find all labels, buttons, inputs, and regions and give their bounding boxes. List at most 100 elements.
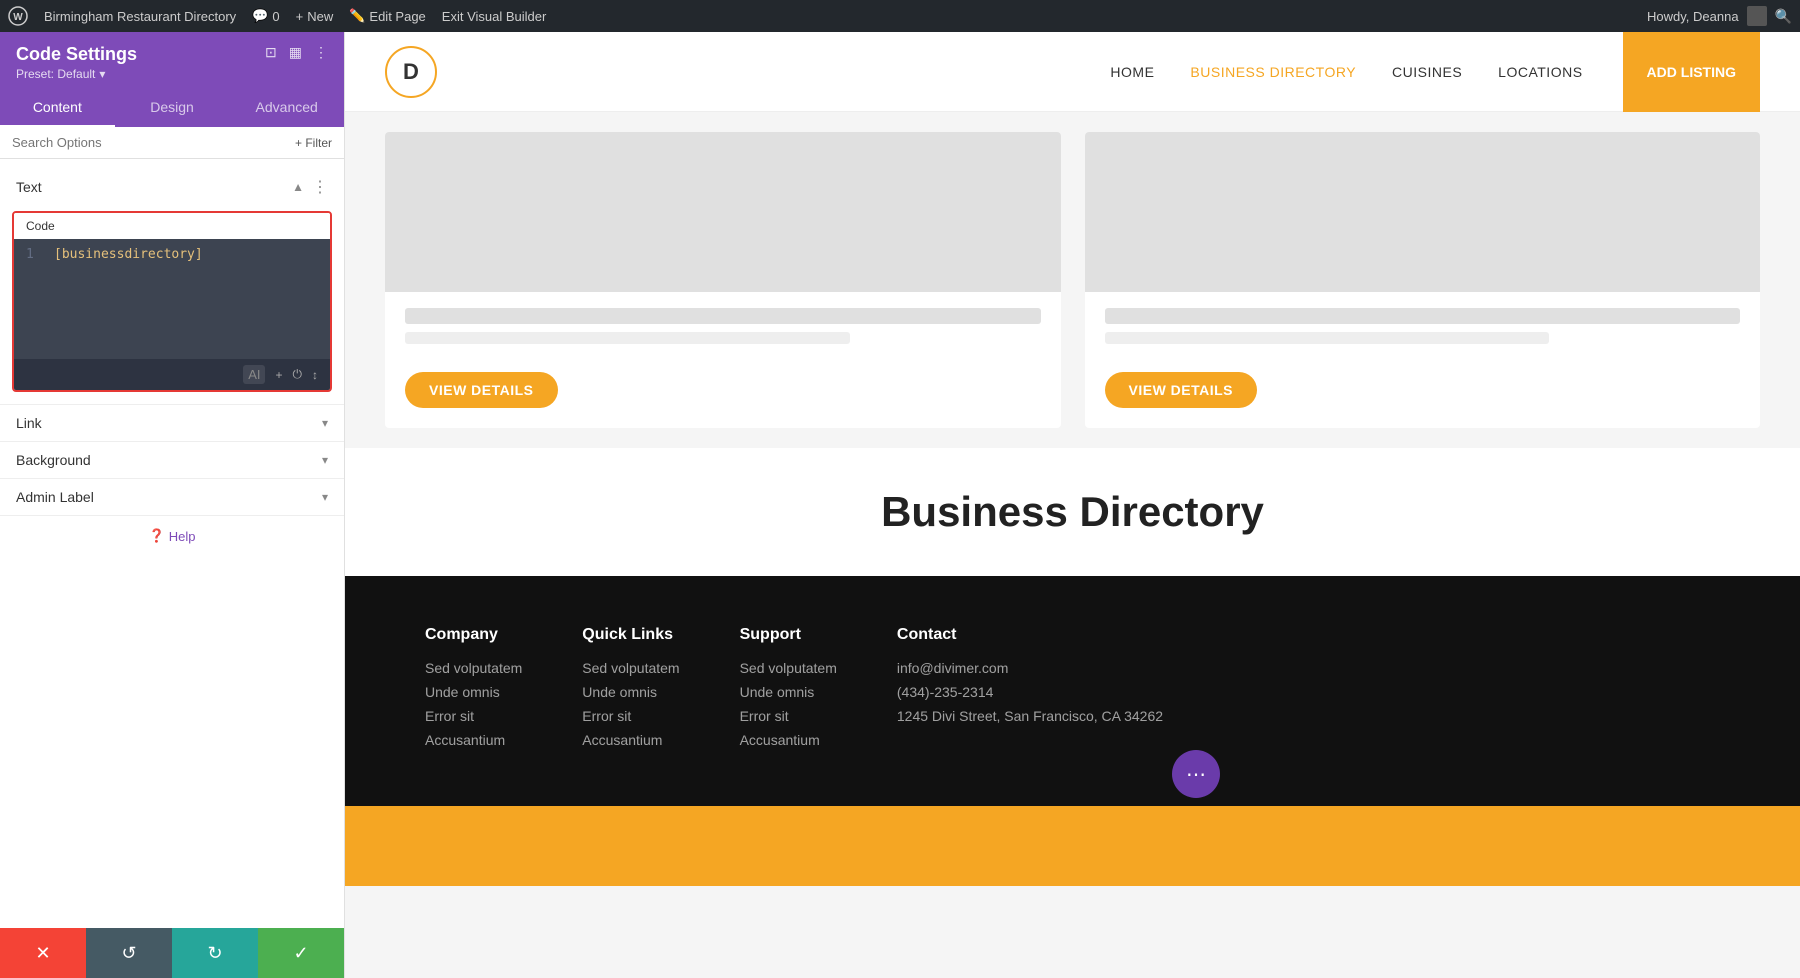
help-section: ❓ Help — [0, 515, 344, 556]
card-image-1 — [385, 132, 1061, 292]
header-actions: ⊡ ▦ ⋮ — [265, 44, 328, 61]
background-section: Background ▾ — [0, 441, 344, 478]
nav-cuisines[interactable]: CUISINES — [1392, 64, 1462, 80]
link-section-title: Link — [16, 415, 42, 431]
help-icon: ❓ — [149, 528, 165, 544]
footer-link-support-2[interactable]: Unde omnis — [740, 684, 837, 700]
card-title-placeholder — [405, 308, 1041, 324]
footer-col-title-company: Company — [425, 626, 522, 644]
footer-col-support: Support Sed volputatem Unde omnis Error … — [740, 626, 837, 756]
site-logo: D — [385, 46, 437, 98]
code-line-1: 1 [businessdirectory] — [26, 247, 318, 262]
code-label: Code — [14, 213, 330, 239]
tab-content[interactable]: Content — [0, 89, 115, 127]
footer-link-quick-2[interactable]: Unde omnis — [582, 684, 679, 700]
card-body-1 — [385, 292, 1061, 360]
footer-link-quick-4[interactable]: Accusantium — [582, 732, 679, 748]
code-editor[interactable]: 1 [businessdirectory] — [14, 239, 330, 359]
footer-link-phone[interactable]: (434)-235-2314 — [897, 684, 1163, 700]
nav-home[interactable]: HOME — [1110, 64, 1154, 80]
footer-col-contact: Contact info@divimer.com (434)-235-2314 … — [897, 626, 1163, 756]
nav-business-directory[interactable]: BUSINESS DIRECTORY — [1190, 64, 1356, 80]
search-input[interactable] — [12, 135, 287, 150]
card-desc-placeholder — [405, 332, 850, 344]
fab-button[interactable]: ⋯ — [1172, 750, 1220, 798]
view-details-button-1[interactable]: VIEW DETAILS — [405, 372, 558, 408]
chevron-up-icon: ▲ — [292, 180, 304, 194]
chevron-down-icon-3: ▾ — [322, 490, 328, 504]
footer-link-company-3[interactable]: Error sit — [425, 708, 522, 724]
more-icon[interactable]: ⋮ — [314, 44, 328, 61]
section-menu-icon[interactable]: ⋮ — [312, 177, 328, 197]
background-section-header[interactable]: Background ▾ — [0, 442, 344, 478]
footer-link-support-4[interactable]: Accusantium — [740, 732, 837, 748]
sidebar-header-top: Code Settings Preset: Default ▾ ⊡ ▦ ⋮ — [16, 44, 328, 81]
tab-advanced[interactable]: Advanced — [229, 89, 344, 127]
sidebar-content: Text ▲ ⋮ Code 1 [businessdirectory] — [0, 159, 344, 928]
footer-link-email[interactable]: info@divimer.com — [897, 660, 1163, 676]
footer-col-title-contact: Contact — [897, 626, 1163, 644]
sort-icon[interactable]: ↕ — [312, 368, 318, 382]
exit-builder-link[interactable]: Exit Visual Builder — [442, 9, 547, 24]
chevron-down-icon-2: ▾ — [322, 453, 328, 467]
maximize-icon[interactable]: ⊡ — [265, 44, 277, 61]
directory-section: Business Directory — [345, 448, 1800, 576]
save-button[interactable]: ✓ — [258, 928, 344, 978]
card-title-placeholder-2 — [1105, 308, 1741, 324]
cancel-button[interactable]: ✕ — [0, 928, 86, 978]
code-text: [businessdirectory] — [54, 247, 203, 262]
view-details-button-2[interactable]: VIEW DETAILS — [1105, 372, 1258, 408]
background-section-title: Background — [16, 452, 91, 468]
comments-link[interactable]: 💬 0 — [252, 8, 279, 24]
footer-link-company-1[interactable]: Sed volputatem — [425, 660, 522, 676]
site-nav: HOME BUSINESS DIRECTORY CUISINES LOCATIO… — [1110, 64, 1582, 80]
text-section-header[interactable]: Text ▲ ⋮ — [0, 167, 344, 207]
filter-button[interactable]: + Filter — [295, 136, 332, 150]
sidebar-title: Code Settings — [16, 44, 137, 65]
admin-label-section-header[interactable]: Admin Label ▾ — [0, 479, 344, 515]
edit-page-link[interactable]: ✏️ Edit Page — [349, 8, 426, 24]
page-content[interactable]: VIEW DETAILS VIEW DETAILS Business Direc… — [345, 112, 1800, 978]
ai-button[interactable]: AI — [243, 365, 265, 384]
footer-link-company-4[interactable]: Accusantium — [425, 732, 522, 748]
footer-link-support-1[interactable]: Sed volputatem — [740, 660, 837, 676]
cards-section: VIEW DETAILS VIEW DETAILS — [345, 112, 1800, 448]
site-name[interactable]: Birmingham Restaurant Directory — [44, 9, 236, 24]
wp-logo[interactable]: W — [8, 6, 28, 26]
svg-text:W: W — [13, 12, 23, 23]
footer-link-company-2[interactable]: Unde omnis — [425, 684, 522, 700]
admin-label-section-title: Admin Label — [16, 489, 94, 505]
sidebar-preset: Preset: Default ▾ — [16, 67, 137, 81]
footer-col-title-support: Support — [740, 626, 837, 644]
link-section: Link ▾ — [0, 404, 344, 441]
redo-button[interactable]: ↻ — [172, 928, 258, 978]
site-header: D HOME BUSINESS DIRECTORY CUISINES LOCAT… — [345, 32, 1800, 112]
howdy-label: Howdy, Deanna — [1647, 9, 1739, 24]
nav-locations[interactable]: LOCATIONS — [1498, 64, 1582, 80]
admin-search-icon[interactable]: 🔍 — [1775, 8, 1792, 25]
add-code-icon[interactable]: + — [275, 368, 282, 382]
card-1: VIEW DETAILS — [385, 132, 1061, 428]
undo-button[interactable]: ↺ — [86, 928, 172, 978]
card-image-2 — [1085, 132, 1761, 292]
footer-link-address[interactable]: 1245 Divi Street, San Francisco, CA 3426… — [897, 708, 1163, 724]
power-icon[interactable]: ⏻ — [293, 367, 303, 382]
text-section: Text ▲ ⋮ Code 1 [businessdirectory] — [0, 167, 344, 392]
footer-link-quick-1[interactable]: Sed volputatem — [582, 660, 679, 676]
add-listing-button[interactable]: ADD LISTING — [1623, 32, 1760, 112]
footer-link-support-3[interactable]: Error sit — [740, 708, 837, 724]
tab-design[interactable]: Design — [115, 89, 230, 127]
line-number: 1 — [26, 247, 42, 262]
search-bar: + Filter — [0, 127, 344, 159]
site-footer: Company Sed volputatem Unde omnis Error … — [345, 576, 1800, 806]
link-section-header[interactable]: Link ▾ — [0, 405, 344, 441]
admin-bar: W Birmingham Restaurant Directory 💬 0 + … — [0, 0, 1800, 32]
help-link[interactable]: ❓ Help — [16, 528, 328, 544]
columns-icon[interactable]: ▦ — [289, 44, 302, 61]
footer-orange-block — [1380, 806, 1800, 886]
admin-label-section-icons: ▾ — [322, 490, 328, 504]
main-content-area: D HOME BUSINESS DIRECTORY CUISINES LOCAT… — [345, 32, 1800, 978]
footer-col-title-quicklinks: Quick Links — [582, 626, 679, 644]
new-link[interactable]: + New — [296, 9, 334, 24]
footer-link-quick-3[interactable]: Error sit — [582, 708, 679, 724]
